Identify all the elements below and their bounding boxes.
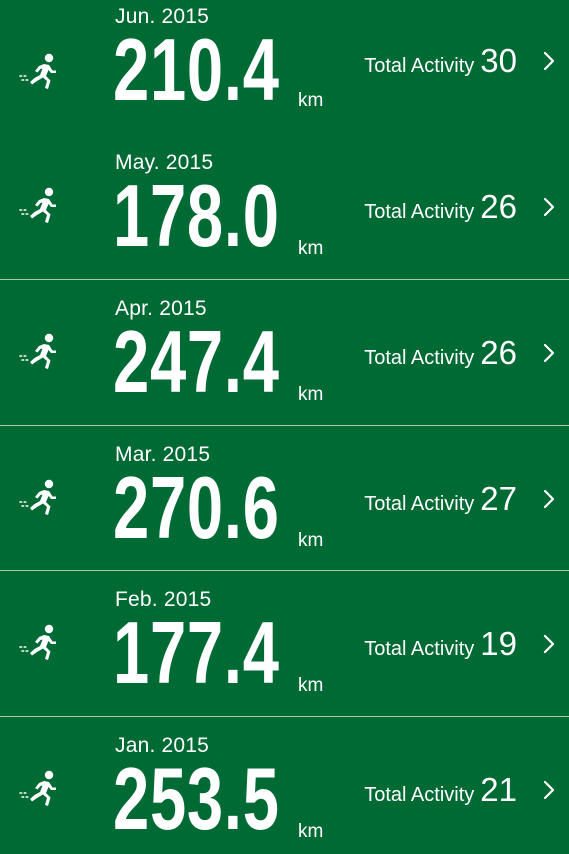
month-row-apr-2015[interactable]: Apr. 2015 247.4 km Total Activity 26 bbox=[0, 280, 569, 426]
distance-value: 253.5 bbox=[113, 749, 280, 848]
distance-unit: km bbox=[298, 821, 324, 842]
total-activity-count: 26 bbox=[480, 334, 517, 371]
total-activity-label: Total Activity bbox=[364, 347, 475, 369]
total-activity-count: 19 bbox=[480, 625, 517, 662]
chevron-right-icon bbox=[543, 779, 555, 801]
total-activity: Total Activity 26 bbox=[364, 334, 517, 372]
distance-unit: km bbox=[298, 675, 324, 696]
total-activity: Total Activity 21 bbox=[364, 771, 517, 809]
distance-unit: km bbox=[298, 384, 324, 405]
distance-unit: km bbox=[298, 90, 324, 111]
chevron-right-icon bbox=[543, 50, 555, 72]
total-activity: Total Activity 30 bbox=[364, 42, 517, 80]
total-activity-count: 26 bbox=[480, 188, 517, 225]
runner-icon bbox=[18, 52, 62, 92]
total-activity: Total Activity 27 bbox=[364, 480, 517, 518]
distance-value: 178.0 bbox=[113, 166, 280, 265]
runner-icon bbox=[18, 332, 62, 372]
total-activity-label: Total Activity bbox=[364, 493, 475, 515]
chevron-right-icon bbox=[543, 633, 555, 655]
runner-icon bbox=[18, 769, 62, 809]
monthly-activity-list: Jun. 2015 210.4 km Total Activity 30 May… bbox=[0, 0, 569, 854]
distance-value: 247.4 bbox=[113, 312, 280, 411]
distance-unit: km bbox=[298, 530, 324, 551]
month-row-feb-2015[interactable]: Feb. 2015 177.4 km Total Activity 19 bbox=[0, 571, 569, 717]
month-row-may-2015[interactable]: May. 2015 178.0 km Total Activity 26 bbox=[0, 134, 569, 280]
month-row-jan-2015[interactable]: Jan. 2015 253.5 km Total Activity 21 bbox=[0, 717, 569, 854]
distance-value: 177.4 bbox=[113, 603, 280, 702]
chevron-right-icon bbox=[543, 342, 555, 364]
total-activity: Total Activity 26 bbox=[364, 188, 517, 226]
total-activity-count: 30 bbox=[480, 42, 517, 79]
distance-unit: km bbox=[298, 238, 324, 259]
runner-icon bbox=[18, 623, 62, 663]
total-activity-count: 27 bbox=[480, 480, 517, 517]
total-activity-label: Total Activity bbox=[364, 784, 475, 806]
month-row-mar-2015[interactable]: Mar. 2015 270.6 km Total Activity 27 bbox=[0, 426, 569, 571]
month-row-jun-2015[interactable]: Jun. 2015 210.4 km Total Activity 30 bbox=[0, 0, 569, 144]
total-activity-count: 21 bbox=[480, 771, 517, 808]
chevron-right-icon bbox=[543, 196, 555, 218]
chevron-right-icon bbox=[543, 488, 555, 510]
total-activity-label: Total Activity bbox=[364, 201, 475, 223]
distance-value: 210.4 bbox=[113, 20, 280, 119]
total-activity: Total Activity 19 bbox=[364, 625, 517, 663]
total-activity-label: Total Activity bbox=[364, 638, 475, 660]
distance-value: 270.6 bbox=[113, 458, 280, 557]
runner-icon bbox=[18, 186, 62, 226]
total-activity-label: Total Activity bbox=[364, 55, 475, 77]
runner-icon bbox=[18, 478, 62, 518]
